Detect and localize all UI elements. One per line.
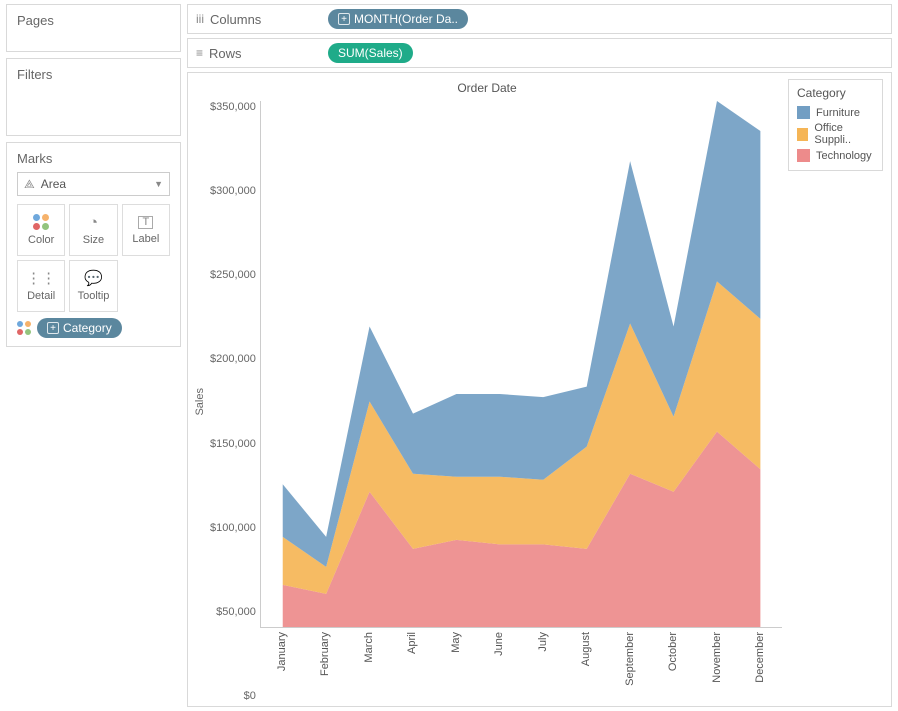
y-tick: $250,000 xyxy=(210,269,256,281)
x-tick: January xyxy=(260,632,304,671)
plus-icon: + xyxy=(338,13,350,25)
detail-icon: ⋮⋮ xyxy=(26,271,56,286)
label-icon: T xyxy=(138,216,153,229)
chart-title: Order Date xyxy=(192,79,782,101)
legend-item[interactable]: Furniture xyxy=(797,106,874,119)
mark-type-label: Area xyxy=(41,177,66,191)
marks-label-button[interactable]: T Label xyxy=(122,204,170,256)
x-tick: August xyxy=(565,632,609,666)
columns-label: Columns xyxy=(210,12,261,27)
legend-swatch xyxy=(797,106,810,119)
plot[interactable] xyxy=(260,101,782,628)
x-tick: September xyxy=(608,632,652,686)
y-tick: $300,000 xyxy=(210,185,256,197)
legend-item[interactable]: Office Suppli.. xyxy=(797,122,874,146)
marks-panel: Marks ⟁ Area ▼ Color ◔ Size xyxy=(6,142,181,347)
y-tick: $150,000 xyxy=(210,438,256,450)
x-tick: February xyxy=(303,632,347,676)
size-icon: ◔ xyxy=(89,215,98,230)
chevron-down-icon: ▼ xyxy=(154,179,163,189)
legend: Category Furniture Office Suppli.. Technol… xyxy=(788,79,883,171)
columns-pill[interactable]: + MONTH(Order Da.. xyxy=(328,9,468,29)
x-tick: November xyxy=(695,632,739,683)
x-axis: JanuaryFebruaryMarchAprilMayJuneJulyAugu… xyxy=(260,628,782,702)
pages-panel: Pages xyxy=(6,4,181,52)
plus-icon: + xyxy=(47,322,59,334)
legend-item[interactable]: Technology xyxy=(797,149,874,162)
columns-icon: iii xyxy=(196,12,204,26)
y-tick: $50,000 xyxy=(216,606,256,618)
filters-title: Filters xyxy=(17,67,170,82)
color-icon xyxy=(33,214,49,230)
y-axis: $350,000 $300,000 $250,000 $200,000 $150,000… xyxy=(208,101,260,702)
legend-swatch xyxy=(797,149,810,162)
rows-icon: ≡ xyxy=(196,46,203,60)
x-tick: May xyxy=(434,632,478,653)
area-icon: ⟁ xyxy=(24,177,35,192)
legend-swatch xyxy=(797,128,808,141)
marks-title: Marks xyxy=(17,151,170,166)
mark-type-select[interactable]: ⟁ Area ▼ xyxy=(17,172,170,196)
y-tick: $0 xyxy=(244,690,256,702)
columns-shelf[interactable]: iii Columns + MONTH(Order Da.. xyxy=(187,4,892,34)
pages-title: Pages xyxy=(17,13,170,28)
marks-tooltip-button[interactable]: 💬 Tooltip xyxy=(69,260,117,312)
x-tick: June xyxy=(477,632,521,656)
marks-size-button[interactable]: ◔ Size xyxy=(69,204,117,256)
tooltip-icon: 💬 xyxy=(84,271,103,286)
y-axis-label: Sales xyxy=(192,388,208,416)
x-tick: April xyxy=(390,632,434,654)
y-tick: $200,000 xyxy=(210,353,256,365)
rows-shelf[interactable]: ≡ Rows SUM(Sales) xyxy=(187,38,892,68)
x-tick: March xyxy=(347,632,391,663)
marks-color-button[interactable]: Color xyxy=(17,204,65,256)
y-tick: $100,000 xyxy=(210,522,256,534)
color-encoding-icon xyxy=(17,321,31,335)
x-tick: October xyxy=(652,632,696,671)
marks-detail-button[interactable]: ⋮⋮ Detail xyxy=(17,260,65,312)
y-tick: $350,000 xyxy=(210,101,256,113)
x-tick: December xyxy=(739,632,783,683)
rows-label: Rows xyxy=(209,46,242,61)
rows-pill[interactable]: SUM(Sales) xyxy=(328,43,413,63)
filters-panel: Filters xyxy=(6,58,181,136)
category-pill[interactable]: + Category xyxy=(37,318,122,338)
legend-title: Category xyxy=(797,86,874,100)
chart-area: Order Date Sales $350,000 $300,000 $250,00… xyxy=(187,72,892,707)
x-tick: July xyxy=(521,632,565,652)
